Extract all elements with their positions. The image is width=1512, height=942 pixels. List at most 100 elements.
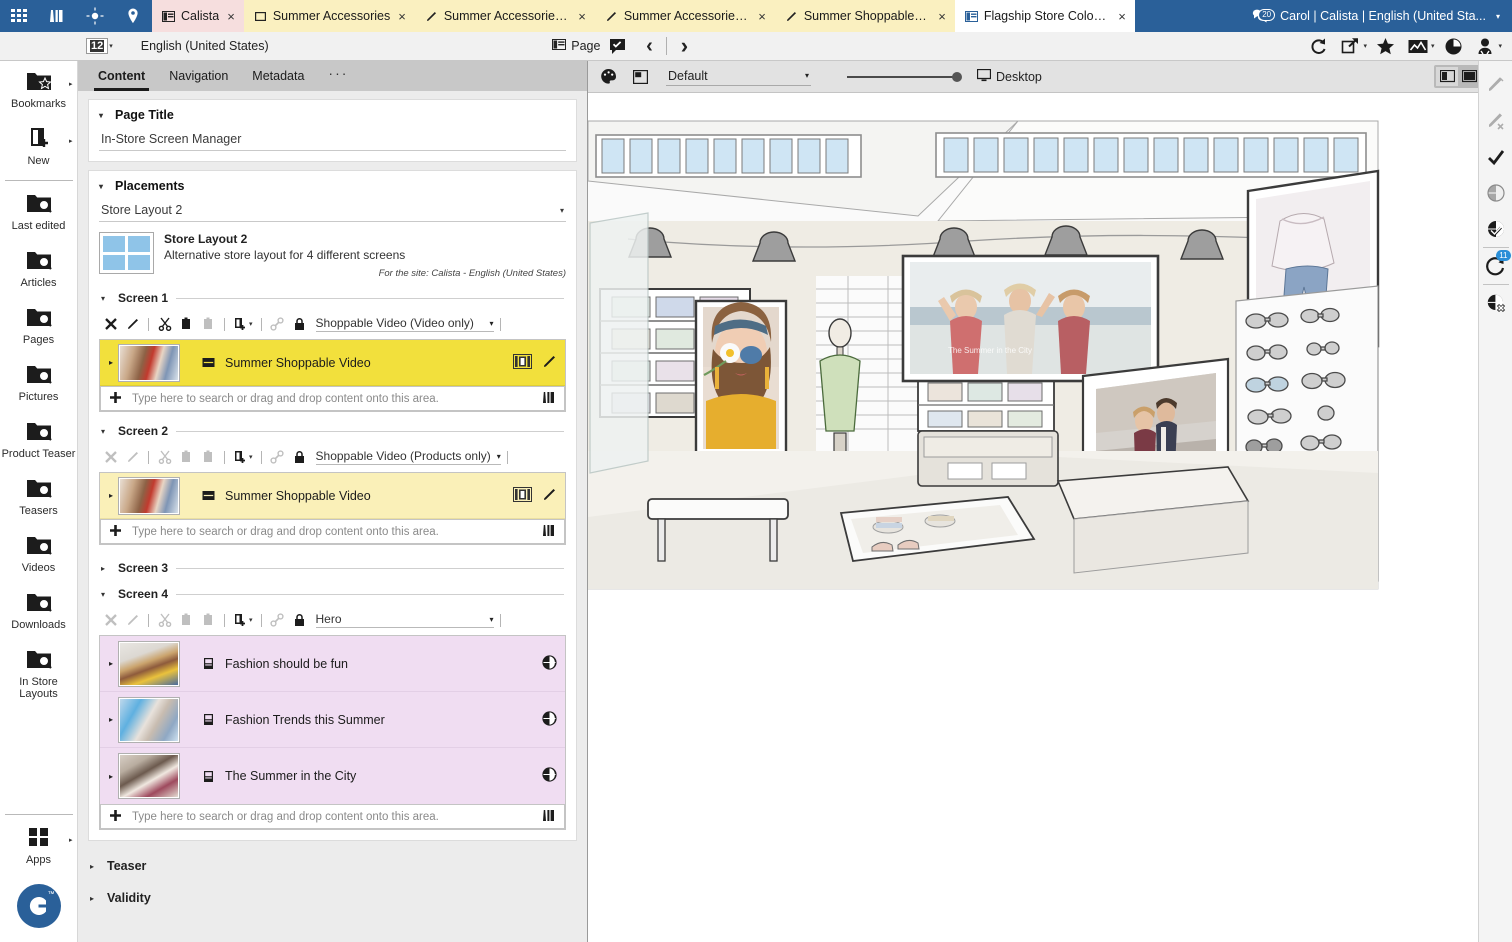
chevron-down-icon[interactable]: ▾ [249, 453, 253, 461]
plus-icon[interactable] [109, 809, 122, 825]
image-icon[interactable] [1403, 32, 1433, 60]
device-label-group[interactable]: Desktop [976, 68, 1042, 85]
chevron-right-icon[interactable]: ▸ [69, 836, 73, 844]
triangle-down-icon[interactable]: ▾ [101, 590, 110, 599]
tab-summer-shoppable-video[interactable]: Summer Shoppable Video × [774, 0, 955, 32]
sidebar-item-product-teaser[interactable]: Product Teaser [0, 411, 78, 468]
filmstrip-icon[interactable] [513, 353, 532, 372]
palette-icon[interactable] [596, 65, 620, 89]
sidebar-item-teasers[interactable]: Teasers [0, 468, 78, 525]
tab-more-options[interactable]: ··· [316, 61, 360, 91]
remove-icon[interactable] [101, 314, 120, 334]
chevron-down-icon[interactable]: ▾ [1498, 42, 1502, 50]
edit-pencil-icon[interactable] [542, 487, 557, 505]
annotate-icon[interactable] [1479, 67, 1512, 103]
page-button[interactable]: Page [552, 38, 600, 54]
screen-4-dropzone[interactable]: Type here to search or drag and drop con… [100, 804, 565, 829]
sidebar-item-pages[interactable]: Pages [0, 297, 78, 354]
sidebar-item-last-edited[interactable]: Last edited [0, 183, 78, 240]
previous-button[interactable]: ‹ [634, 32, 664, 60]
library-icon[interactable] [542, 809, 556, 825]
sidebar-item-new[interactable]: New ▸ [0, 118, 78, 175]
lock-icon[interactable] [290, 610, 309, 630]
screen-4-type-select[interactable]: Hero ▾ [315, 612, 494, 628]
expand-icon[interactable]: ▸ [104, 772, 118, 781]
tab-navigation[interactable]: Navigation [157, 61, 240, 91]
screen-1-type-select[interactable]: Shoppable Video (Video only) ▾ [315, 316, 494, 332]
triangle-down-icon[interactable]: ▾ [101, 427, 110, 436]
sidebar-item-downloads[interactable]: Downloads [0, 582, 78, 639]
tab-summer-accessories-image-a[interactable]: Summer Accessories Im... × [414, 0, 595, 32]
tab-content[interactable]: Content [86, 61, 157, 91]
expand-icon[interactable]: ▸ [104, 358, 118, 367]
chevron-down-icon[interactable]: ▾ [249, 320, 253, 328]
tab-metadata[interactable]: Metadata [240, 61, 316, 91]
globe-icon[interactable] [542, 710, 557, 729]
screen-4-header[interactable]: ▾ Screen 4 [101, 587, 564, 601]
chevron-down-icon[interactable]: ▾ [1363, 42, 1367, 50]
triangle-down-icon[interactable]: ▾ [99, 111, 108, 120]
triangle-down-icon[interactable]: ▾ [101, 294, 110, 303]
zoom-slider-handle[interactable] [952, 71, 962, 82]
triangle-right-icon[interactable]: ▸ [90, 894, 99, 903]
screen-2-header[interactable]: ▾ Screen 2 [101, 424, 564, 438]
screen-3-header[interactable]: ▸ Screen 3 [101, 561, 564, 575]
chevron-right-icon[interactable]: ▸ [69, 80, 73, 88]
tab-flagship-store-cologne[interactable]: Flagship Store Cologne -... × [954, 0, 1135, 32]
tab-summer-accessories[interactable]: Summer Accessories × [243, 0, 415, 32]
list-item[interactable]: ▸ Fashion should be fun [100, 636, 565, 692]
list-item[interactable]: ▸ Summer Shoppable Video [100, 340, 565, 386]
time-icon[interactable] [1438, 32, 1468, 60]
user-icon[interactable] [1470, 32, 1500, 60]
teaser-section-header[interactable]: ▸ Teaser [90, 859, 575, 873]
sidebar-item-pictures[interactable]: Pictures [0, 354, 78, 411]
target-icon[interactable] [76, 0, 114, 32]
expand-icon[interactable]: ▸ [104, 491, 118, 500]
checkmark-icon[interactable] [1479, 139, 1512, 175]
edit-pencil-icon[interactable] [542, 354, 557, 372]
triangle-right-icon[interactable]: ▸ [90, 862, 99, 871]
globe-check-icon[interactable] [1479, 211, 1512, 247]
frame-icon[interactable] [628, 65, 652, 89]
validity-section-header[interactable]: ▸ Validity [90, 891, 575, 905]
tab-close-icon[interactable]: × [396, 9, 406, 24]
edit-pencil-icon[interactable] [123, 314, 142, 334]
library-icon[interactable] [542, 391, 556, 407]
zoom-slider-track[interactable] [847, 71, 962, 82]
user-label[interactable]: Carol | Calista | English (United Sta... [1280, 9, 1486, 23]
sidebar-item-articles[interactable]: Articles [0, 240, 78, 297]
list-item[interactable]: ▸ Fashion Trends this Summer [100, 692, 565, 748]
lock-icon[interactable] [290, 314, 309, 334]
tab-close-icon[interactable]: × [756, 9, 766, 24]
globe-x-icon[interactable] [1479, 285, 1512, 321]
chevron-down-icon[interactable]: ▾ [109, 42, 113, 50]
expand-icon[interactable]: ▸ [104, 659, 118, 668]
split-view-icon[interactable] [1436, 67, 1458, 86]
tab-calista[interactable]: Calista × [152, 0, 244, 32]
next-button[interactable]: › [669, 32, 699, 60]
single-view-icon[interactable] [1458, 67, 1480, 86]
reload-icon[interactable] [1303, 32, 1333, 60]
triangle-down-icon[interactable]: ▾ [99, 182, 108, 191]
list-item[interactable]: ▸ The Summer in the City [100, 748, 565, 804]
insert-content-icon[interactable] [231, 610, 250, 630]
plus-icon[interactable] [109, 391, 122, 407]
approved-comment-icon[interactable] [602, 32, 632, 60]
zoom-slider[interactable] [847, 71, 962, 82]
page-number-value[interactable]: 12 [86, 38, 109, 54]
list-item[interactable]: ▸ Summer Shoppable Video [100, 473, 565, 519]
chevron-right-icon[interactable]: ▸ [69, 137, 73, 145]
globe-grey-icon[interactable] [1479, 175, 1512, 211]
tab-close-icon[interactable]: × [225, 9, 235, 24]
tab-summer-accessories-image-b[interactable]: Summer Accessories Im... × [594, 0, 775, 32]
copy-icon[interactable] [177, 314, 196, 334]
tab-close-icon[interactable]: × [576, 9, 586, 24]
screen-1-header[interactable]: ▾ Screen 1 [101, 291, 564, 305]
library-icon[interactable] [542, 524, 556, 540]
placement-select[interactable]: Store Layout 2 ▾ [99, 200, 566, 222]
triangle-right-icon[interactable]: ▸ [101, 564, 110, 573]
globe-icon[interactable] [542, 654, 557, 673]
notifications-icon[interactable]: 20 [1250, 6, 1276, 27]
globe-icon[interactable] [542, 767, 557, 785]
translation-icon[interactable]: 11 [1479, 248, 1512, 284]
